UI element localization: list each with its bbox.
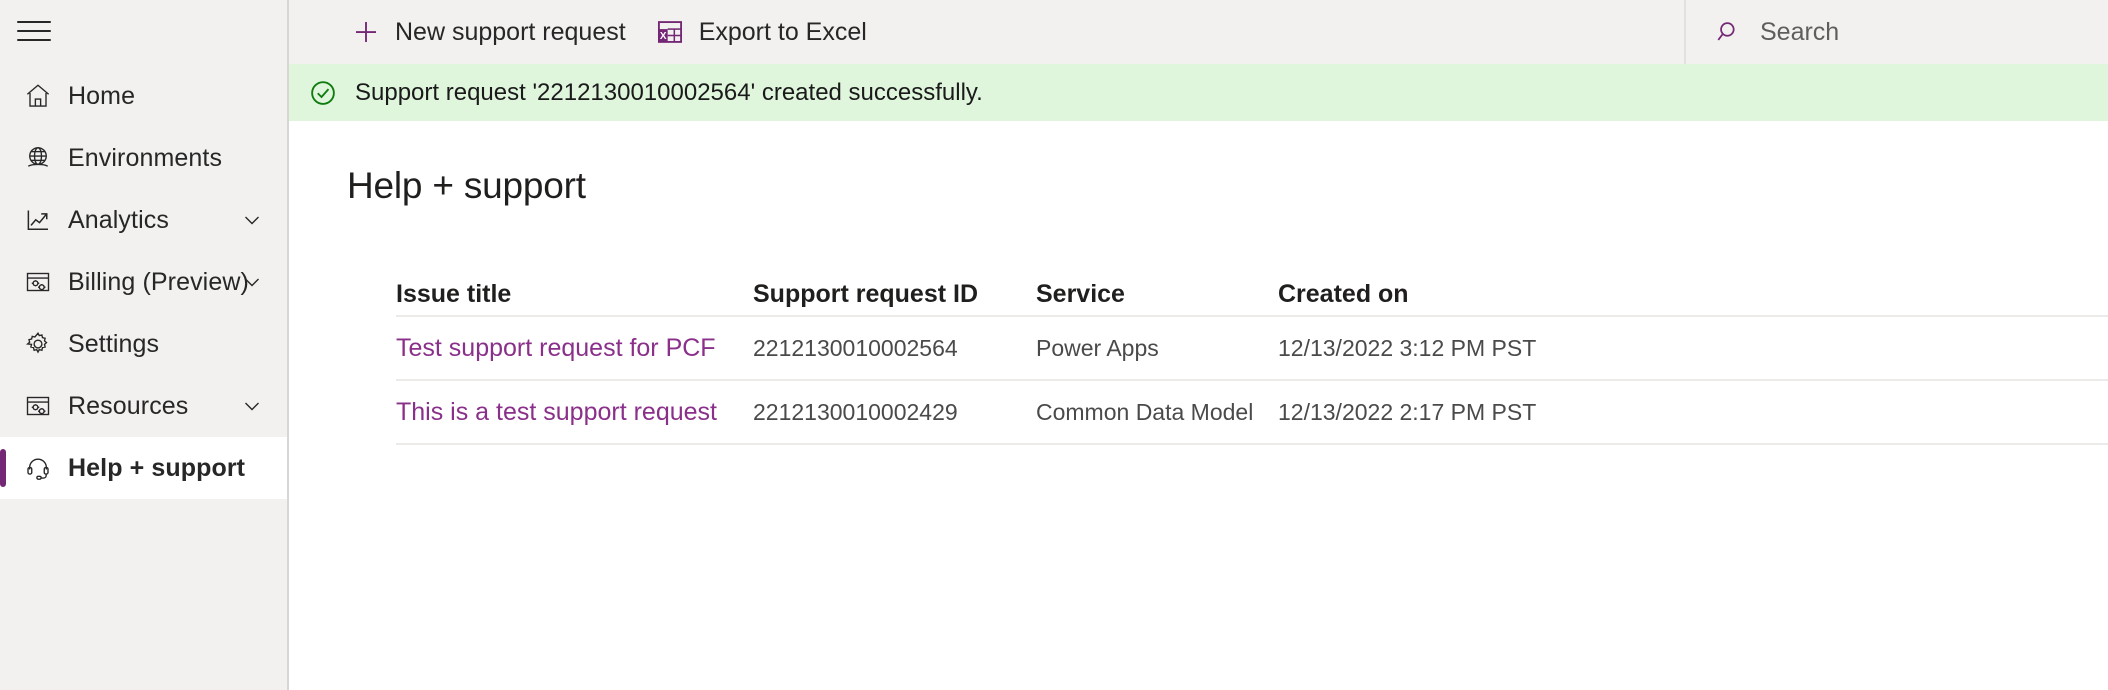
page-title: Help + support xyxy=(347,165,586,206)
success-notification-message: Support request '2212130010002564' creat… xyxy=(355,78,983,106)
hamburger-menu-button[interactable] xyxy=(0,0,287,62)
support-request-id: 2212130010002564 xyxy=(753,334,958,361)
sidebar-nav: Home Environments Analytics Billing (Pre… xyxy=(0,65,287,499)
content-area: New support request X Export to Excel Se… xyxy=(289,0,2108,690)
check-circle-icon xyxy=(307,77,339,109)
plus-icon xyxy=(350,16,382,48)
hamburger-icon xyxy=(17,14,51,48)
sidebar-item-label: Billing (Preview) xyxy=(68,268,249,296)
excel-icon: X xyxy=(654,16,686,48)
issue-title-link[interactable]: Test support request for PCF xyxy=(396,334,753,363)
resources-icon xyxy=(21,389,55,423)
sidebar-item-environments[interactable]: Environments xyxy=(0,127,287,189)
service-name: Power Apps xyxy=(1036,334,1159,361)
created-on-date: 12/13/2022 2:17 PM PST xyxy=(1278,398,1537,425)
gear-icon xyxy=(21,327,55,361)
search-icon xyxy=(1714,17,1744,47)
sidebar-item-analytics[interactable]: Analytics xyxy=(0,189,287,251)
sidebar-item-settings[interactable]: Settings xyxy=(0,313,287,375)
sidebar-item-billing[interactable]: Billing (Preview) xyxy=(0,251,287,313)
command-bar: New support request X Export to Excel xyxy=(289,0,2108,64)
table-header-row: Issue title Support request ID Service C… xyxy=(396,273,2108,317)
chevron-down-icon[interactable] xyxy=(239,269,265,295)
service-name: Common Data Model xyxy=(1036,398,1254,425)
chevron-down-icon[interactable] xyxy=(239,393,265,419)
headset-icon xyxy=(21,451,55,485)
sidebar-item-home[interactable]: Home xyxy=(0,65,287,127)
issue-title-link[interactable]: This is a test support request xyxy=(396,398,753,427)
svg-text:X: X xyxy=(660,31,667,42)
new-support-request-button[interactable]: New support request xyxy=(336,0,640,64)
sidebar: Home Environments Analytics Billing (Pre… xyxy=(0,0,289,690)
export-to-excel-button[interactable]: X Export to Excel xyxy=(640,0,881,64)
column-header-created-on: Created on xyxy=(1278,279,1409,308)
sidebar-item-help-support[interactable]: Help + support xyxy=(0,437,287,499)
created-on-date: 12/13/2022 3:12 PM PST xyxy=(1278,334,1537,361)
new-support-request-label: New support request xyxy=(395,18,626,46)
table-row[interactable]: Test support request for PCF 22121300100… xyxy=(396,317,2108,381)
search-input[interactable] xyxy=(1760,17,2082,47)
sidebar-item-label: Resources xyxy=(68,392,189,420)
billing-icon xyxy=(21,265,55,299)
column-header-issue-title: Issue title xyxy=(396,279,512,308)
support-requests-table: Issue title Support request ID Service C… xyxy=(396,273,2108,445)
column-header-service: Service xyxy=(1036,279,1125,308)
success-notification-bar: Support request '2212130010002564' creat… xyxy=(289,64,2108,121)
sidebar-item-label: Analytics xyxy=(68,206,169,234)
export-to-excel-label: Export to Excel xyxy=(698,18,867,46)
table-row[interactable]: This is a test support request 221213001… xyxy=(396,381,2108,445)
sidebar-item-label: Settings xyxy=(68,330,160,358)
chart-line-icon xyxy=(21,203,55,237)
sidebar-item-label: Help + support xyxy=(68,454,246,482)
column-header-support-request-id: Support request ID xyxy=(753,279,979,308)
home-icon xyxy=(21,79,55,113)
chevron-down-icon[interactable] xyxy=(239,207,265,233)
sidebar-item-label: Home xyxy=(68,82,136,110)
app-root: Home Environments Analytics Billing (Pre… xyxy=(0,0,2108,690)
globe-icon xyxy=(21,141,55,175)
search-box[interactable] xyxy=(1684,0,2108,64)
sidebar-item-resources[interactable]: Resources xyxy=(0,375,287,437)
main-panel: Help + support Issue title Support reque… xyxy=(289,121,2108,690)
sidebar-item-label: Environments xyxy=(68,144,223,172)
support-request-id: 2212130010002429 xyxy=(753,398,958,425)
